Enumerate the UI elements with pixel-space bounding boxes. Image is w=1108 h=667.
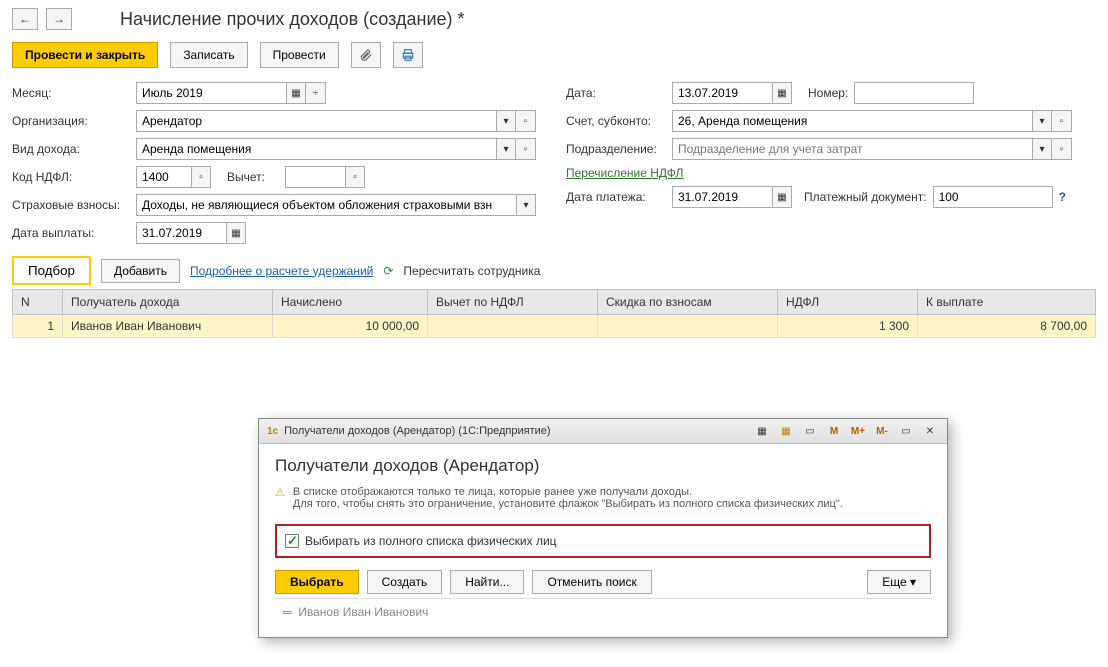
calendar-small-icon[interactable]: ▦	[777, 423, 795, 439]
payment-doc-input[interactable]	[933, 186, 1053, 208]
col-ndfl[interactable]: НДФЛ	[778, 290, 918, 315]
number-label: Номер:	[808, 86, 848, 100]
month-label: Месяц:	[12, 86, 130, 100]
ndfl-code-input[interactable]	[136, 166, 191, 188]
col-discount[interactable]: Скидка по взносам	[598, 290, 778, 315]
page-title: Начисление прочих доходов (создание) *	[120, 9, 465, 30]
full-list-checkbox-row[interactable]: Выбирать из полного списка физических ли…	[275, 524, 931, 558]
dept-label: Подразделение:	[566, 142, 666, 156]
date-input[interactable]	[672, 82, 772, 104]
open-icon[interactable]: ▫	[1052, 138, 1072, 160]
close-icon[interactable]: ✕	[921, 423, 939, 439]
m-minus-button[interactable]: M-	[873, 423, 891, 439]
calendar-icon[interactable]: ▦	[772, 82, 792, 104]
dropdown-icon[interactable]: ▾	[1032, 110, 1052, 132]
spinner-icon[interactable]: ÷	[306, 82, 326, 104]
checkbox-icon[interactable]	[285, 534, 299, 548]
refresh-icon[interactable]: ⟳	[383, 264, 393, 278]
account-input[interactable]	[672, 110, 1032, 132]
open-icon[interactable]: ▫	[516, 138, 536, 160]
date-label: Дата:	[566, 86, 666, 100]
recipients-dialog: 1c Получатели доходов (Арендатор) (1С:Пр…	[258, 418, 948, 638]
details-link[interactable]: Подробнее о расчете удержаний	[190, 264, 373, 278]
open-icon[interactable]: ▫	[516, 110, 536, 132]
checkbox-label: Выбирать из полного списка физических ли…	[305, 534, 557, 548]
insurance-input[interactable]	[136, 194, 516, 216]
insurance-label: Страховые взносы:	[12, 198, 130, 212]
org-input[interactable]	[136, 110, 496, 132]
maximize-icon[interactable]: ▭	[897, 423, 915, 439]
grid-icon[interactable]: ▦	[753, 423, 771, 439]
find-button[interactable]: Найти...	[450, 570, 524, 594]
nav-back[interactable]: ←	[12, 8, 38, 30]
dropdown-icon[interactable]: ▾	[496, 110, 516, 132]
calc-icon[interactable]: ▭	[801, 423, 819, 439]
help-icon[interactable]: ?	[1059, 190, 1066, 204]
recalc-label[interactable]: Пересчитать сотрудника	[403, 264, 540, 278]
col-recipient[interactable]: Получатель дохода	[63, 290, 273, 315]
open-icon[interactable]: ▫	[1052, 110, 1072, 132]
col-n[interactable]: N	[13, 290, 63, 315]
open-icon[interactable]: ▫	[345, 166, 365, 188]
deduction-input[interactable]	[285, 166, 345, 188]
dialog-titlebar-text: Получатели доходов (Арендатор) (1С:Предп…	[284, 425, 550, 437]
warning-icon: ⚠	[275, 486, 285, 510]
pay-date-input[interactable]	[136, 222, 226, 244]
payment-doc-label: Платежный документ:	[804, 190, 927, 204]
col-payout[interactable]: К выплате	[918, 290, 1096, 315]
nav-forward[interactable]: →	[46, 8, 72, 30]
print-icon[interactable]	[393, 42, 423, 68]
post-button[interactable]: Провести	[260, 42, 339, 68]
app-icon: 1c	[267, 426, 278, 437]
more-button[interactable]: Еще ▾	[867, 570, 931, 594]
dropdown-icon[interactable]: ▾	[516, 194, 536, 216]
month-input[interactable]	[136, 82, 286, 104]
table-row[interactable]: 1 Иванов Иван Иванович 10 000,00 1 300 8…	[13, 315, 1096, 338]
income-type-input[interactable]	[136, 138, 496, 160]
list-item[interactable]: ═ Иванов Иван Иванович	[275, 598, 931, 625]
pay-date-label: Дата выплаты:	[12, 226, 130, 240]
ndfl-transfer-link[interactable]: Перечисление НДФЛ	[566, 166, 683, 180]
dialog-title: Получатели доходов (Арендатор)	[275, 456, 931, 476]
calendar-icon[interactable]: ▦	[286, 82, 306, 104]
m-button[interactable]: M	[825, 423, 843, 439]
calendar-icon[interactable]: ▦	[226, 222, 246, 244]
select-button[interactable]: Подбор	[12, 256, 91, 285]
dropdown-icon[interactable]: ▾	[1032, 138, 1052, 160]
m-plus-button[interactable]: M+	[849, 423, 867, 439]
warn-line2: Для того, чтобы снять это ограничение, у…	[293, 498, 843, 510]
ndfl-code-label: Код НДФЛ:	[12, 170, 130, 184]
open-icon[interactable]: ▫	[191, 166, 211, 188]
add-button[interactable]: Добавить	[101, 259, 180, 283]
warn-line1: В списке отображаются только те лица, ко…	[293, 486, 843, 498]
attach-icon[interactable]	[351, 42, 381, 68]
dropdown-icon[interactable]: ▾	[496, 138, 516, 160]
number-input[interactable]	[854, 82, 974, 104]
create-button[interactable]: Создать	[367, 570, 443, 594]
recipients-table: N Получатель дохода Начислено Вычет по Н…	[12, 289, 1096, 338]
payment-date-label: Дата платежа:	[566, 190, 666, 204]
post-close-button[interactable]: Провести и закрыть	[12, 42, 158, 68]
payment-date-input[interactable]	[672, 186, 772, 208]
col-deduction[interactable]: Вычет по НДФЛ	[428, 290, 598, 315]
col-accrued[interactable]: Начислено	[273, 290, 428, 315]
deduction-label: Вычет:	[227, 170, 279, 184]
calendar-icon[interactable]: ▦	[772, 186, 792, 208]
dept-input[interactable]	[672, 138, 1032, 160]
org-label: Организация:	[12, 114, 130, 128]
select-dialog-button[interactable]: Выбрать	[275, 570, 359, 594]
account-label: Счет, субконто:	[566, 114, 666, 128]
income-type-label: Вид дохода:	[12, 142, 130, 156]
save-button[interactable]: Записать	[170, 42, 247, 68]
cancel-find-button[interactable]: Отменить поиск	[532, 570, 651, 594]
